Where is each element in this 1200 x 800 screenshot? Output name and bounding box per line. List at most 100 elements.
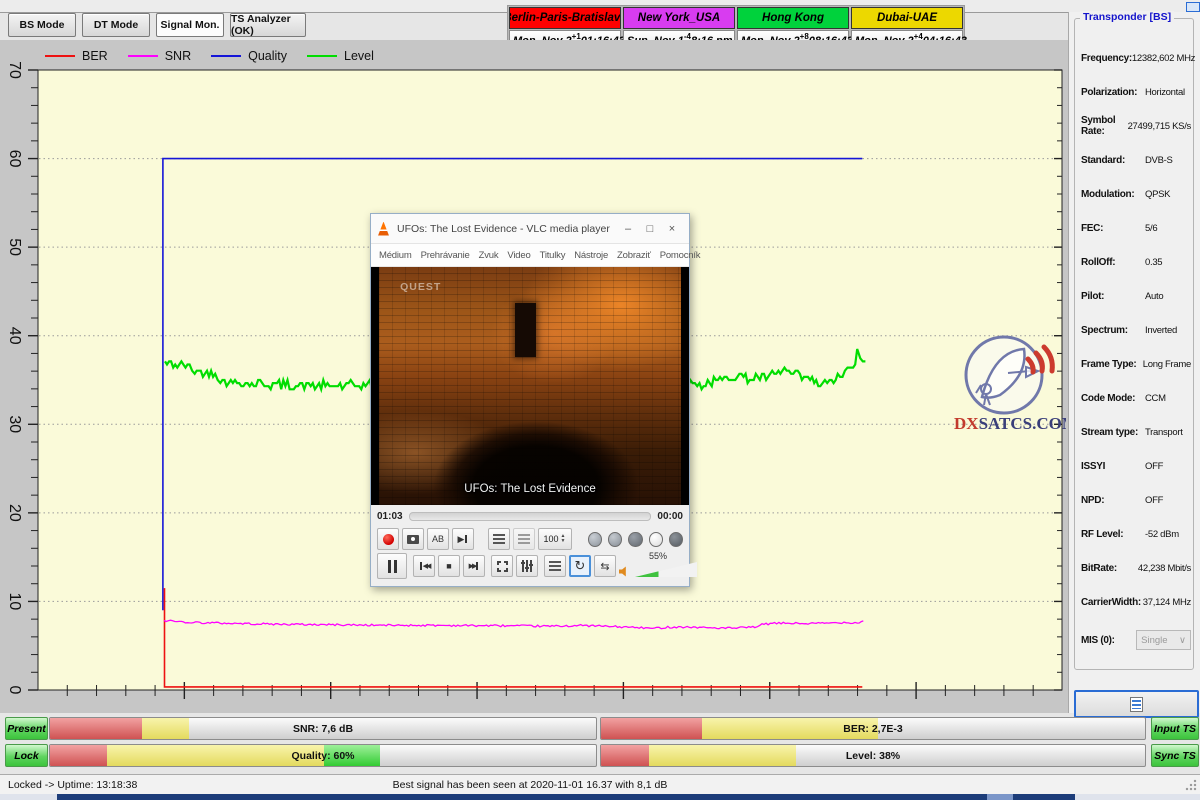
lock-indicator-button[interactable]: Lock	[5, 744, 48, 767]
vlc-menu-item[interactable]: Médium	[379, 250, 412, 261]
vlc-menu-item[interactable]: Nástroje	[574, 250, 608, 261]
tab-ts-analyzer[interactable]: TS Analyzer (OK)	[230, 13, 306, 37]
previous-button[interactable]: ◀◀	[413, 555, 435, 577]
sync-ts-button[interactable]: Sync TS	[1151, 744, 1199, 767]
vlc-video-area[interactable]: QUEST UFOs: The Lost Evidence	[371, 267, 689, 505]
quality-bar-label: Quality: 60%	[50, 745, 596, 766]
legend-label: SNR	[165, 49, 191, 63]
close-icon[interactable]: ×	[661, 219, 683, 239]
snr-bar-label: SNR: 7,6 dB	[50, 718, 596, 739]
transponder-row-label: ISSYI	[1081, 461, 1145, 472]
vlc-titlebar[interactable]: UFOs: The Lost Evidence - VLC media play…	[371, 214, 689, 244]
equalizer-icon	[521, 560, 533, 572]
speaker-icon[interactable]	[619, 566, 630, 577]
frame-by-frame-button[interactable]: ▶	[452, 528, 474, 550]
transponder-row-value: Inverted	[1145, 325, 1177, 336]
vlc-menu-item[interactable]: Titulky	[540, 250, 566, 261]
ab-loop-icon: AB	[432, 534, 444, 544]
window-corner-widget[interactable]	[1186, 2, 1200, 12]
taskbar-edge	[0, 794, 1200, 800]
transponder-row: Code Mode: CCM	[1081, 381, 1191, 415]
minimize-icon[interactable]: –	[617, 219, 639, 239]
video-subtitle: UFOs: The Lost Evidence	[379, 483, 681, 495]
loop-button[interactable]: ↻	[569, 555, 591, 577]
transponder-row-value: 27499,715 KS/s	[1128, 121, 1191, 132]
volume-slider-wrap: 55%	[635, 553, 697, 579]
transponder-row-value: 37,124 MHz	[1143, 597, 1191, 608]
transponder-row: Stream type: Transport	[1081, 415, 1191, 449]
transponder-row: RF Level: -52 dBm	[1081, 517, 1191, 551]
transponder-row-label: Code Mode:	[1081, 393, 1145, 404]
transponder-row-value: Long Frame	[1143, 359, 1191, 370]
ab-loop-button[interactable]: AB	[427, 528, 449, 550]
mis-dropdown[interactable]: Single ∨	[1136, 630, 1191, 650]
signal-monitor-app: BS Mode DT Mode Signal Mon. TS Analyzer …	[0, 0, 1200, 800]
status-led-5[interactable]	[669, 532, 683, 547]
svg-text:50: 50	[6, 238, 23, 256]
vlc-menu-item[interactable]: Prehrávanie	[421, 250, 470, 261]
transponder-row-value: 12382,602 MHz	[1132, 53, 1195, 64]
playlist-mode-button[interactable]	[488, 528, 510, 550]
pause-button[interactable]	[377, 553, 407, 579]
next-button[interactable]: ▶▶	[463, 555, 485, 577]
fullscreen-button[interactable]	[491, 555, 513, 577]
volume-percent: 55%	[649, 551, 667, 561]
transponder-row: Spectrum: Inverted	[1081, 313, 1191, 347]
clock-city-label: Hong Kong	[737, 7, 849, 29]
transponder-row: NPD: OFF	[1081, 483, 1191, 517]
transponder-row-label: Standard:	[1081, 155, 1145, 166]
transponder-panel: Transponder [BS] Frequency: 12382,602 MH…	[1068, 12, 1200, 713]
snr-bar: SNR: 7,6 dB	[49, 717, 597, 740]
prev-bar	[420, 562, 422, 570]
transponder-row: CarrierWidth: 37,124 MHz	[1081, 585, 1191, 619]
tab-dt-mode[interactable]: DT Mode	[82, 13, 150, 37]
playlist-mode-button-2[interactable]	[513, 528, 535, 550]
shuffle-button[interactable]: ⇆	[594, 555, 616, 577]
transponder-row-label: CarrierWidth:	[1081, 597, 1143, 608]
show-playlist-button[interactable]	[544, 555, 566, 577]
frame-play-icon: ▶	[458, 534, 465, 545]
resize-grip[interactable]	[1185, 779, 1197, 791]
transponder-row-value: OFF	[1145, 495, 1163, 506]
input-ts-button[interactable]: Input TS	[1151, 717, 1199, 740]
stop-icon: ■	[446, 561, 451, 571]
transponder-row: Frequency: 12382,602 MHz	[1081, 41, 1191, 75]
snapshot-button[interactable]	[402, 528, 424, 550]
stop-button[interactable]: ■	[438, 555, 460, 577]
speed-value: 100	[544, 534, 559, 544]
legend-level: Level	[307, 49, 374, 63]
maximize-icon[interactable]: □	[639, 219, 661, 239]
speed-spinner[interactable]: 100 ▲▼	[538, 528, 572, 550]
status-led-1[interactable]	[588, 532, 602, 547]
vlc-menu-item[interactable]: Video	[507, 250, 530, 261]
spin-down-icon[interactable]: ▼	[561, 539, 566, 544]
record-button[interactable]	[377, 528, 399, 550]
status-led-3[interactable]	[628, 532, 642, 547]
transponder-row: ISSYI OFF	[1081, 449, 1191, 483]
logo-text-rest: SATCS.COM	[979, 414, 1066, 433]
svg-text:60: 60	[6, 150, 23, 168]
transponder-row: RollOff: 0.35	[1081, 245, 1191, 279]
playlist-icon	[493, 534, 505, 544]
vlc-menu-item[interactable]: Pomocník	[660, 250, 701, 261]
svg-text:20: 20	[6, 504, 23, 522]
status-led-4[interactable]	[649, 532, 663, 547]
stream-list-button[interactable]	[1074, 690, 1199, 718]
vlc-toolbar-main: ◀◀ ■ ▶▶ ↻ ⇆ 55%	[371, 550, 689, 579]
volume-slider[interactable]	[635, 562, 697, 577]
present-indicator-button[interactable]: Present	[5, 717, 48, 740]
pause-icon	[388, 560, 397, 573]
vlc-menu-item[interactable]: Zobraziť	[617, 250, 651, 261]
level-bar-label: Level: 38%	[601, 745, 1145, 766]
status-led-2[interactable]	[608, 532, 622, 547]
seek-slider[interactable]	[409, 512, 652, 521]
tab-signal-mon[interactable]: Signal Mon.	[156, 13, 224, 37]
transponder-row-label: RollOff:	[1081, 257, 1145, 268]
next-icon: ▶▶	[469, 562, 476, 570]
status-bar: Locked -> Uptime: 13:18:38 Best signal h…	[0, 774, 1200, 795]
tab-bs-mode[interactable]: BS Mode	[8, 13, 76, 37]
transponder-row-label: Frame Type:	[1081, 359, 1143, 370]
vlc-cone-icon	[377, 222, 390, 236]
vlc-menu-item[interactable]: Zvuk	[479, 250, 499, 261]
equalizer-button[interactable]	[516, 555, 538, 577]
